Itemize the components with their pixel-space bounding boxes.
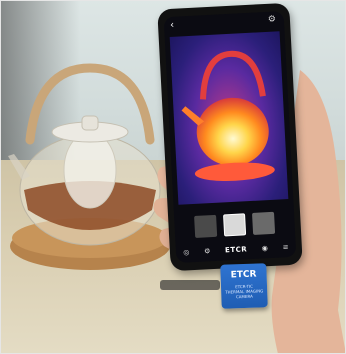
photo-scene: ‹ ⚙ ◎ ⚙ ETCR ◉ ≡ ETCR ETCR-TIC THERMAL I… bbox=[0, 0, 346, 354]
photo-border bbox=[0, 0, 346, 354]
